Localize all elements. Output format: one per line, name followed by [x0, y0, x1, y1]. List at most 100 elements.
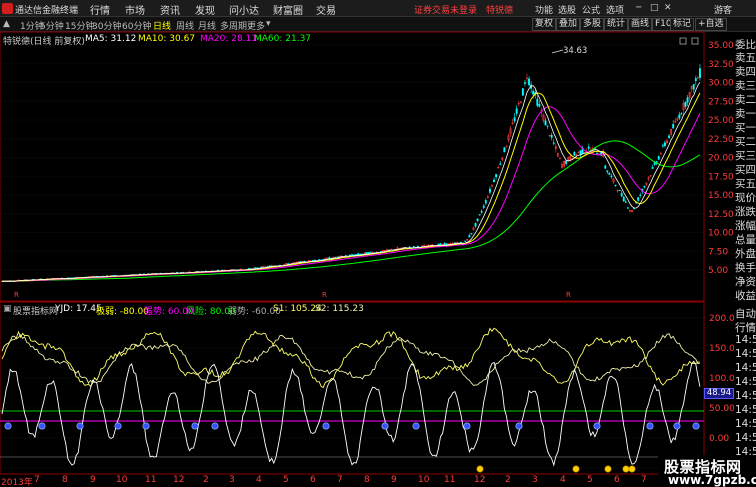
main-panel-border: [0, 31, 705, 302]
indicator-window-icon[interactable]: ▣: [3, 304, 12, 314]
signal-marker: [593, 422, 601, 430]
price-tick-label: 32.50: [708, 60, 734, 70]
indicator-tick-label: 0.00: [709, 434, 729, 444]
price-tick-label: 22.50: [708, 135, 734, 145]
month-label: 11: [145, 475, 157, 485]
candle-body: [484, 200, 487, 204]
sidebar-label: 卖三: [735, 80, 756, 92]
bottom-signal-marker: [628, 465, 636, 473]
candle-body: [493, 179, 496, 183]
sidebar-time: 14:5: [735, 376, 756, 388]
indicator-panel-border: [0, 301, 705, 475]
month-label: 10: [418, 475, 430, 485]
candle-body: [668, 135, 671, 138]
event-marker: R: [14, 291, 19, 299]
candle-body: [488, 188, 491, 193]
sidebar-label: 涨幅: [735, 220, 756, 232]
month-label: 11: [444, 475, 456, 485]
kline-chart-area[interactable]: 34.63 R R R 35.0032.5030.0027.5025.0022.…: [0, 0, 756, 487]
ma-legend: 特锐德(日线 前复权) MA5: 31.12 MA10: 30.67 MA20:…: [0, 33, 705, 47]
date-axis: 2013年 7 8 9 10 11 12 2 3 4 5 6 7 8 9 10 …: [0, 475, 735, 487]
indicator-tick-label: 150.0: [709, 344, 735, 354]
ma20-value: MA20: 28.11: [200, 34, 258, 44]
month-label: 2: [203, 475, 209, 485]
candle-body: [694, 78, 697, 81]
candle-body: [680, 113, 683, 115]
month-label: 7: [641, 475, 647, 485]
candle-body: [476, 218, 479, 221]
sidebar-label: 收益: [735, 290, 756, 302]
signal-marker: [381, 422, 389, 430]
signal-marker: [114, 422, 122, 430]
candle-body: [412, 246, 415, 248]
indicator-s1-line: [1, 327, 700, 389]
signal-marker: [412, 422, 420, 430]
candle-body: [254, 267, 257, 269]
candle-body: [538, 104, 541, 107]
price-tick-label: 12.50: [708, 210, 734, 220]
sidebar-label: 买五: [735, 178, 756, 190]
candle-body: [692, 84, 695, 90]
candle-body: [552, 142, 555, 144]
candle-body: [523, 82, 526, 84]
price-tick-label: 17.50: [708, 172, 734, 182]
month-label: 9: [391, 475, 397, 485]
indicator-s2-line: [1, 333, 700, 386]
bottom-signal-marker: [622, 465, 630, 473]
indicator-name[interactable]: 股票指标网: [13, 304, 58, 317]
month-label: 4: [560, 475, 566, 485]
sidebar-label: 卖四: [735, 66, 756, 78]
month-label: 6: [310, 475, 316, 485]
peak-marker-line: [551, 49, 564, 54]
candle-body: [532, 90, 535, 95]
sidebar-time: 14:5: [735, 390, 756, 402]
month-label: 12: [474, 475, 486, 485]
candle-body: [301, 260, 304, 262]
month-label: 3: [229, 475, 235, 485]
candlestick-series: [1, 64, 701, 283]
price-axis: 35.00 32.50 30.00 27.50 25.00 22.50 20.00 17.50…: [708, 41, 734, 276]
candle-body: [573, 152, 576, 156]
s2-value: S2: 115.23: [315, 304, 364, 314]
candle-body: [587, 146, 590, 149]
sidebar-label[interactable]: 自动: [735, 306, 756, 321]
candle-body: [639, 194, 642, 196]
candle-body: [499, 163, 502, 165]
indicator-tick-label: 200.0: [709, 314, 735, 324]
candle-body: [606, 170, 609, 173]
candle-body: [622, 196, 625, 202]
signal-marker: [646, 422, 654, 430]
candle-body: [355, 254, 358, 256]
signal-marker: [322, 422, 330, 430]
candle-body: [513, 117, 516, 122]
month-label: 5: [587, 475, 593, 485]
sidebar-label[interactable]: 行情: [735, 320, 756, 335]
sidebar-time: 14:5: [735, 362, 756, 374]
signal-marker: [142, 422, 150, 430]
candle-body: [351, 254, 353, 256]
candle-body: [416, 245, 419, 247]
event-marker: R: [566, 291, 571, 299]
event-marker: R: [322, 291, 327, 299]
signal-marker: [4, 422, 12, 430]
main-gridlines: [1, 44, 703, 271]
sidebar-time: 14:5: [735, 404, 756, 416]
bottom-signal-marker: [476, 465, 484, 473]
candle-body: [663, 142, 666, 146]
ma60-line: [2, 140, 701, 282]
indicator-signal-markers: [4, 422, 700, 430]
sidebar-label: 买二: [735, 136, 756, 148]
month-label: 7: [337, 475, 343, 485]
signal-marker: [76, 422, 84, 430]
sidebar-label: 净资: [735, 276, 756, 288]
sidebar-time: 14:5: [735, 432, 756, 444]
candle-body: [468, 235, 471, 238]
candle-body: [604, 165, 607, 169]
price-tick-label: 25.00: [708, 116, 734, 126]
candle-body: [565, 160, 568, 164]
sidebar-label: 卖一: [735, 108, 756, 120]
peak-price-label: 34.63: [563, 46, 587, 56]
sidebar-label: 买三: [735, 150, 756, 162]
candle-body: [480, 211, 483, 213]
signal-marker: [673, 422, 681, 430]
